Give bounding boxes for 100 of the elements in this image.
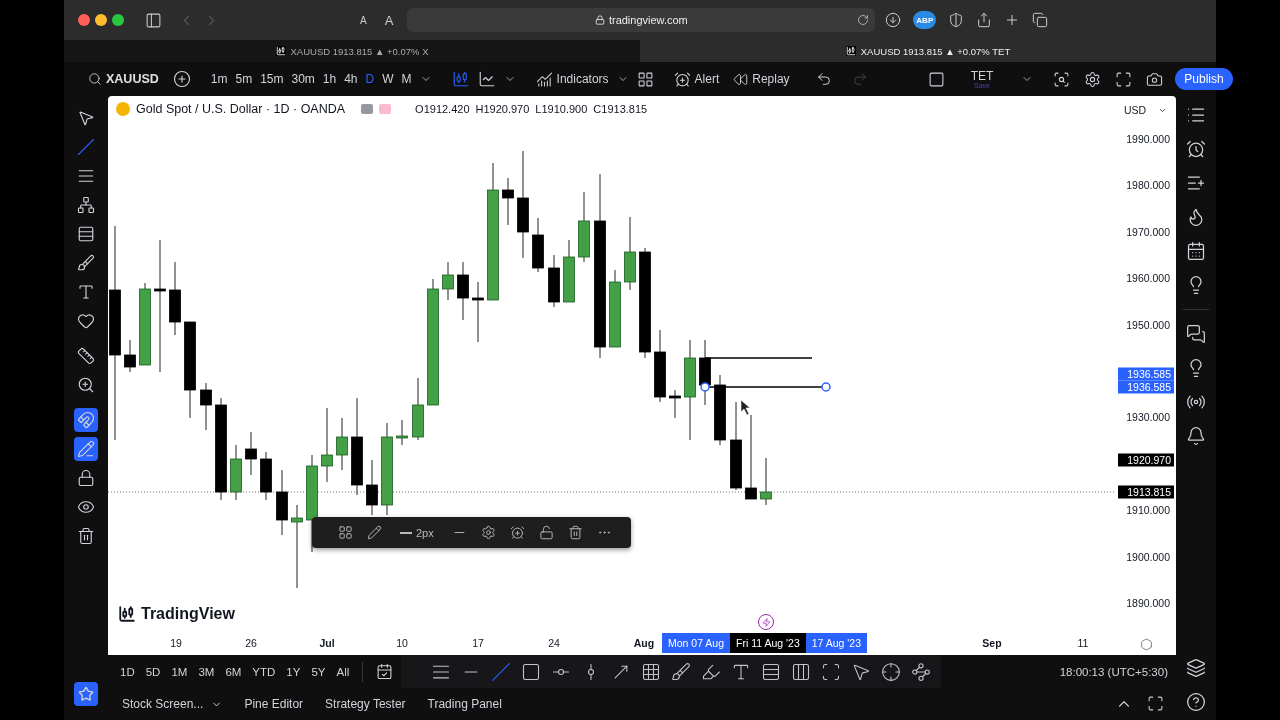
calendar-icon[interactable]: [1186, 241, 1206, 261]
download-icon[interactable]: [885, 12, 902, 28]
price-label: 1980.000: [1126, 179, 1170, 192]
cross-frame-icon[interactable]: [821, 661, 842, 682]
ohlc-value: L1910.900: [535, 103, 588, 115]
clock[interactable]: 18:00:13 (UTC+5:30): [1059, 665, 1176, 678]
interval-button[interactable]: 4h: [340, 72, 362, 86]
favorites-icon[interactable]: [74, 682, 98, 706]
address-field[interactable]: tradingview.com: [407, 8, 876, 32]
interval-button[interactable]: 1h: [318, 72, 341, 86]
panel-tab[interactable]: Pine Editor: [244, 697, 304, 711]
interval-button[interactable]: D: [361, 72, 379, 86]
date-label: Sep: [982, 637, 1002, 649]
interval-button[interactable]: 30m: [287, 72, 319, 86]
browser-tab[interactable]: XAUUSD 1913.815 ▲ +0.07% TET: [640, 40, 1216, 62]
candle: [563, 239, 575, 303]
range-button[interactable]: 3M: [198, 665, 215, 678]
price-label: 1950.000: [1126, 318, 1170, 331]
symbol-search[interactable]: XAUUSD: [84, 72, 163, 86]
go-to-date-icon[interactable]: [376, 663, 394, 680]
sidebar-icon[interactable]: [145, 11, 162, 29]
selected-horizontal-line[interactable]: [700, 382, 831, 392]
interval-button[interactable]: M: [397, 72, 416, 86]
layout-square-icon[interactable]: [927, 70, 945, 88]
brush-icon[interactable]: [671, 661, 692, 682]
share-icon[interactable]: [976, 12, 993, 28]
trash-icon[interactable]: [567, 525, 583, 540]
panel-tab[interactable]: Stock Screen...: [122, 697, 223, 711]
publish-button[interactable]: Publish: [1175, 68, 1233, 90]
larger-text-button[interactable]: A: [384, 12, 394, 28]
browser-tab[interactable]: XAUUSD 1913.815 ▲ +0.07% X: [64, 40, 640, 62]
range-button[interactable]: All: [336, 665, 350, 678]
minimize-button[interactable]: [95, 14, 107, 26]
panel-tab[interactable]: Trading Panel: [427, 697, 502, 711]
undo-icon[interactable]: [815, 71, 832, 87]
trend-line-icon[interactable]: [491, 661, 512, 682]
zoom-button[interactable]: [112, 14, 124, 26]
path-icon[interactable]: [911, 661, 932, 682]
chat-icon[interactable]: [1186, 324, 1206, 344]
camera-icon[interactable]: [1146, 70, 1164, 88]
range-button[interactable]: YTD: [252, 665, 276, 678]
magnet-icon[interactable]: [74, 408, 98, 432]
add-symbol-icon[interactable]: [172, 70, 191, 88]
fullscreen-icon[interactable]: [1115, 70, 1133, 88]
layers-icon[interactable]: [1186, 658, 1206, 678]
maximize-icon[interactable]: [1147, 695, 1164, 712]
interval-button[interactable]: W: [378, 72, 398, 86]
indicators-button[interactable]: Indicators: [531, 70, 613, 88]
line-chart-icon[interactable]: [477, 70, 496, 88]
range-button[interactable]: 5D: [145, 665, 161, 678]
range-button[interactable]: 1D: [120, 665, 135, 678]
pencil-icon[interactable]: [367, 525, 382, 540]
adblock-button[interactable]: ABP: [913, 11, 937, 29]
symbol-title[interactable]: Gold Spot / U.S. Dollar · 1D · OANDA: [136, 102, 346, 116]
close-button[interactable]: [78, 14, 90, 26]
range-button[interactable]: 5Y: [311, 665, 326, 678]
ohlc-value: C1913.815: [593, 103, 648, 115]
currency-selector[interactable]: USD: [1124, 104, 1168, 116]
candle: [442, 261, 454, 301]
rectangle-icon[interactable]: [521, 661, 542, 682]
candles-icon[interactable]: [451, 70, 470, 88]
candle: [230, 444, 242, 501]
add-alert-icon[interactable]: [509, 525, 525, 540]
settings-icon[interactable]: [1084, 70, 1102, 88]
quick-search-icon[interactable]: [1053, 70, 1071, 88]
candle: [396, 419, 408, 446]
reload-icon[interactable]: [857, 14, 870, 26]
price-badge: 1920.970: [1118, 453, 1174, 467]
pencil-lock-icon[interactable]: [74, 437, 98, 461]
alert-button[interactable]: Alert: [669, 70, 724, 88]
price-label: 1900.000: [1126, 550, 1170, 563]
tab-title: XAUUSD 1913.815 ▲ +0.07% TET: [860, 45, 1011, 57]
panel-tab[interactable]: Strategy Tester: [325, 697, 406, 711]
range-button[interactable]: 1M: [171, 665, 188, 678]
shield-icon[interactable]: [948, 12, 965, 28]
range-button[interactable]: 1Y: [286, 665, 301, 678]
range-button[interactable]: 6M: [225, 665, 242, 678]
tabs-overview-icon[interactable]: [1032, 12, 1049, 28]
interval-button[interactable]: 15m: [256, 72, 288, 86]
line-width-button[interactable]: 2px: [396, 526, 438, 539]
unlock-icon[interactable]: [538, 525, 554, 540]
grid-icon[interactable]: [641, 661, 662, 682]
axis-settings-icon[interactable]: [1139, 637, 1153, 651]
candle: [412, 377, 424, 441]
interval-button[interactable]: 1m: [206, 72, 232, 86]
smaller-text-button[interactable]: A: [360, 14, 367, 26]
line-icon: [400, 531, 412, 534]
candle: [245, 431, 257, 476]
date-label: 19: [170, 637, 182, 649]
help-icon[interactable]: [1186, 692, 1206, 712]
bell-icon[interactable]: [1186, 426, 1206, 446]
alarm-clock-icon[interactable]: [1186, 139, 1206, 159]
interval-button[interactable]: 5m: [231, 72, 257, 86]
settings-icon[interactable]: [480, 525, 496, 540]
layout-grid-icon[interactable]: [636, 70, 654, 88]
group-icon[interactable]: [338, 525, 353, 540]
address-text: tradingview.com: [608, 14, 688, 26]
layout-name[interactable]: TET: [970, 69, 994, 82]
replay-button[interactable]: Replay: [729, 71, 794, 87]
crosshair-icon[interactable]: [881, 661, 902, 682]
